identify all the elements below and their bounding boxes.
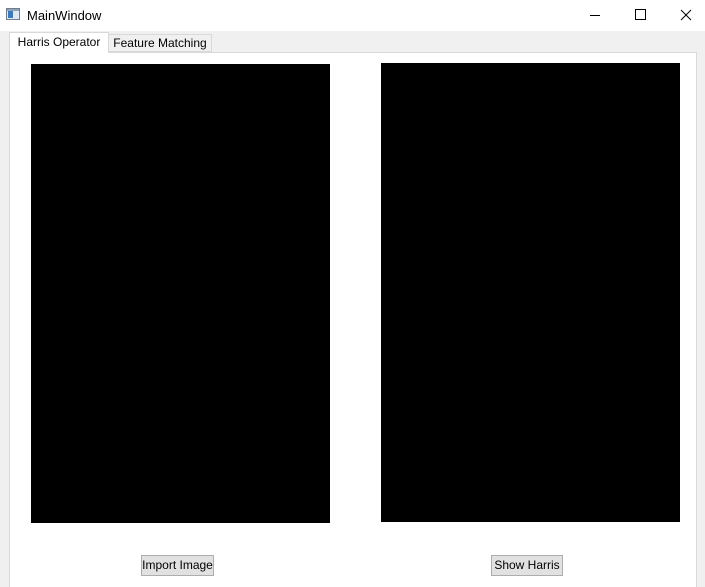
title-bar[interactable]: MainWindow	[0, 0, 705, 31]
harris-output-display	[381, 63, 680, 522]
window-title: MainWindow	[27, 8, 102, 23]
show-harris-button[interactable]: Show Harris	[491, 555, 563, 576]
minimize-button[interactable]	[572, 0, 618, 31]
close-button[interactable]	[663, 0, 705, 31]
close-icon	[680, 9, 692, 21]
main-window: MainWindow Harris Operator Feature Match…	[0, 0, 705, 587]
app-window-icon	[6, 8, 20, 20]
import-image-button[interactable]: Import Image	[141, 555, 214, 576]
tab-feature-matching[interactable]: Feature Matching	[109, 34, 212, 52]
maximize-button[interactable]	[618, 0, 664, 31]
input-image-display	[31, 64, 330, 523]
tab-harris-operator[interactable]: Harris Operator	[9, 32, 109, 53]
maximize-icon	[635, 9, 646, 20]
minimize-icon	[590, 15, 600, 16]
